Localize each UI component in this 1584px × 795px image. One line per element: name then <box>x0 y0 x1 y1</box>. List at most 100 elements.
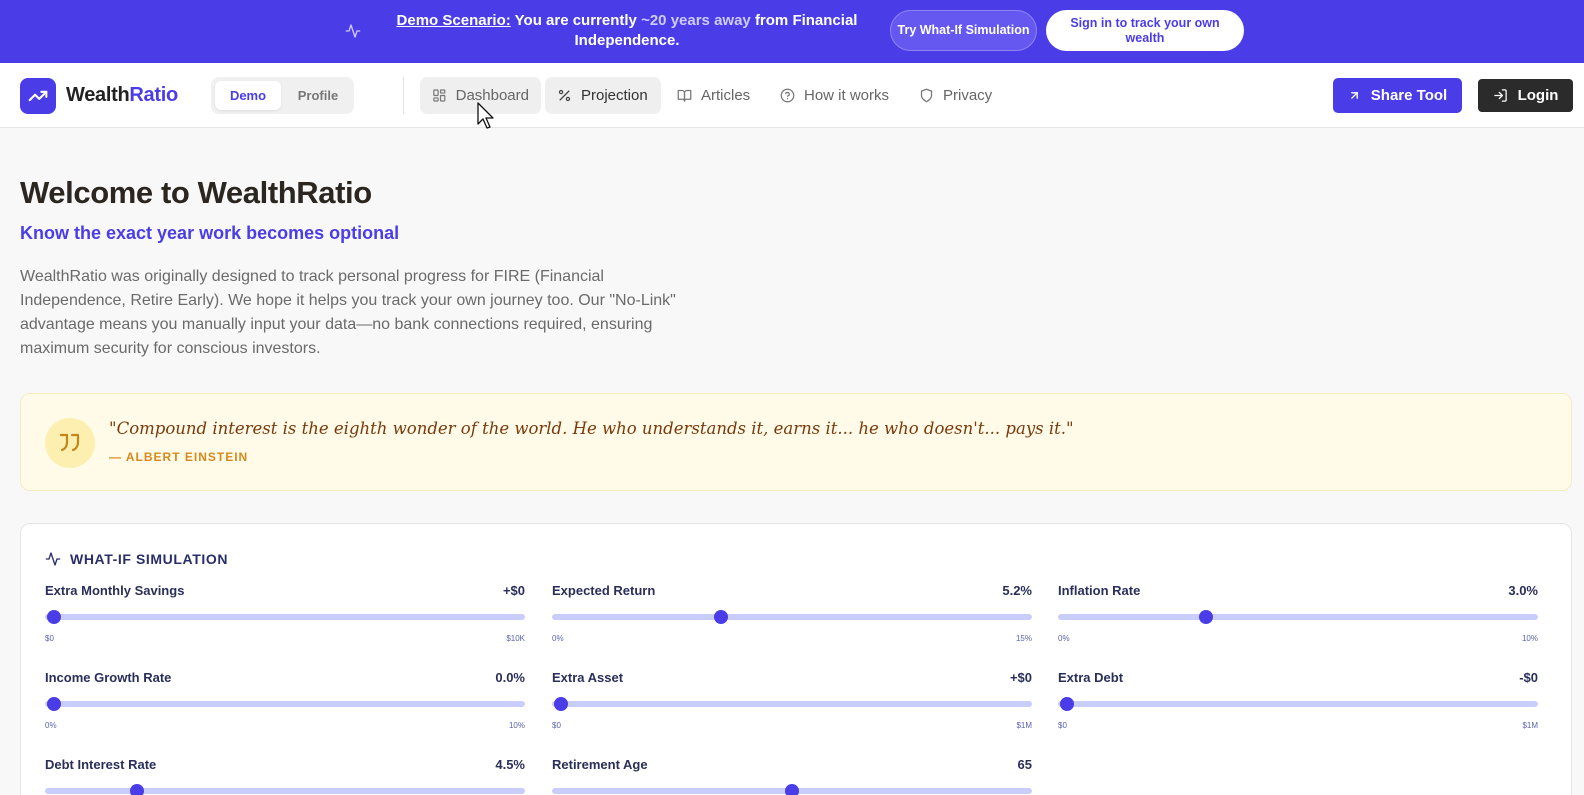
slider-max: $1M <box>1016 721 1032 730</box>
help-circle-icon <box>780 88 795 103</box>
nav-how-it-works[interactable]: How it works <box>768 77 901 114</box>
nav-how-it-works-label: How it works <box>804 87 890 104</box>
top-nav: WealthRatio Demo Profile Dashboard Proje… <box>0 63 1584 128</box>
banner-message: Demo Scenario: You are currently ~20 yea… <box>392 11 862 51</box>
trending-up-icon <box>28 90 48 102</box>
logo-text[interactable]: WealthRatio <box>66 84 178 107</box>
slider-value: +$0 <box>1009 670 1032 685</box>
slider-extra-asset: Extra Asset +$0 $0 $1M <box>552 670 1032 740</box>
slider-min: 0% <box>45 721 57 730</box>
slider-track[interactable] <box>45 614 525 620</box>
quote-card: "Compound interest is the eighth wonder … <box>20 393 1572 491</box>
slider-debt-interest-rate: Debt Interest Rate 4.5% <box>45 757 525 795</box>
banner-text-before: You are currently <box>514 12 637 29</box>
slider-label: Inflation Rate <box>1058 583 1141 598</box>
slider-thumb[interactable] <box>714 610 729 624</box>
slider-value: 65 <box>1017 757 1032 772</box>
slider-track[interactable] <box>552 614 1032 620</box>
slider-thumb[interactable] <box>1198 610 1213 624</box>
try-whatif-button[interactable]: Try What-If Simulation <box>890 10 1037 51</box>
percent-icon <box>558 89 571 102</box>
intro-paragraph: WealthRatio was originally designed to t… <box>20 268 676 357</box>
slider-min: $0 <box>552 721 561 730</box>
slider-max: $10K <box>506 634 525 643</box>
slider-value: 5.2% <box>1002 583 1032 598</box>
quote-author: — ALBERT EINSTEIN <box>109 450 249 464</box>
slider-expected-return: Expected Return 5.2% 0% 15% <box>552 583 1032 653</box>
logo-word: Wealth <box>66 84 130 106</box>
slider-max: 10% <box>1521 634 1538 643</box>
simulation-title: WHAT-IF SIMULATION <box>45 551 228 567</box>
signin-button[interactable]: Sign in to track your own wealth <box>1046 10 1244 51</box>
mode-toggle: Demo Profile <box>211 77 354 114</box>
nav-projection[interactable]: Projection <box>545 77 661 114</box>
slider-label: Extra Monthly Savings <box>45 583 185 598</box>
slider-label: Debt Interest Rate <box>45 757 157 772</box>
slider-value: 4.5% <box>495 757 525 772</box>
page-tagline: Know the exact year work becomes optiona… <box>20 223 400 243</box>
slider-min: 0% <box>1058 634 1070 643</box>
slider-max: $1M <box>1522 721 1538 730</box>
banner-highlight: ~20 years away <box>641 12 751 29</box>
slider-max: 10% <box>508 721 525 730</box>
login-button[interactable]: Login <box>1478 79 1573 112</box>
quote-icon <box>45 418 95 468</box>
nav-privacy-label: Privacy <box>943 87 993 104</box>
shield-icon <box>920 88 933 103</box>
slider-track[interactable] <box>1058 701 1538 707</box>
quote-text: "Compound interest is the eighth wonder … <box>109 419 1074 438</box>
slider-income-growth-rate: Income Growth Rate 0.0% 0% 10% <box>45 670 525 740</box>
demo-banner: Demo Scenario: You are currently ~20 yea… <box>0 0 1584 63</box>
logo-badge[interactable] <box>20 78 56 114</box>
slider-track[interactable] <box>45 701 525 707</box>
slider-label: Income Growth Rate <box>45 670 172 685</box>
slider-inflation-rate: Inflation Rate 3.0% 0% 10% <box>1058 583 1538 653</box>
slider-thumb[interactable] <box>130 784 145 795</box>
slider-thumb[interactable] <box>47 697 61 711</box>
slider-label: Extra Debt <box>1058 670 1124 685</box>
slider-extra-debt: Extra Debt -$0 $0 $1M <box>1058 670 1538 740</box>
slider-value: 0.0% <box>495 670 525 685</box>
share-tool-label: Share Tool <box>1370 87 1448 104</box>
mouse-cursor-icon <box>477 102 494 129</box>
slider-label: Retirement Age <box>552 757 648 772</box>
whatif-simulation-card: WHAT-IF SIMULATION Extra Monthly Savings… <box>20 523 1572 795</box>
arrow-up-right-icon <box>1350 92 1358 99</box>
slider-max: 15% <box>1015 634 1032 643</box>
nav-projection-label: Projection <box>581 87 648 104</box>
slider-extra-monthly-savings: Extra Monthly Savings +$0 $0 $10K <box>45 583 525 653</box>
activity-icon <box>345 24 361 38</box>
slider-label: Extra Asset <box>552 670 624 685</box>
slider-value: 3.0% <box>1508 583 1538 598</box>
book-icon <box>677 89 692 102</box>
share-tool-button[interactable]: Share Tool <box>1333 78 1462 113</box>
slider-min: $0 <box>1058 721 1067 730</box>
slider-track[interactable] <box>1058 614 1538 620</box>
simulation-title-label: WHAT-IF SIMULATION <box>70 551 229 567</box>
log-in-icon <box>1493 89 1507 102</box>
demo-scenario-link[interactable]: Demo Scenario: <box>397 12 511 29</box>
slider-thumb[interactable] <box>47 610 61 624</box>
slider-track[interactable] <box>45 788 525 794</box>
logo-accent: Ratio <box>129 84 178 106</box>
activity-icon <box>45 552 61 566</box>
demo-toggle[interactable]: Demo <box>215 81 281 110</box>
slider-value: -$0 <box>1519 670 1538 685</box>
slider-thumb[interactable] <box>1060 697 1074 711</box>
profile-toggle[interactable]: Profile <box>287 81 349 110</box>
nav-divider <box>403 77 404 114</box>
slider-thumb[interactable] <box>785 784 799 795</box>
slider-value: +$0 <box>502 583 525 598</box>
nav-articles[interactable]: Articles <box>665 77 762 114</box>
slider-min: $0 <box>45 634 54 643</box>
nav-privacy[interactable]: Privacy <box>907 77 1004 114</box>
slider-min: 0% <box>552 634 564 643</box>
login-label: Login <box>1517 87 1559 104</box>
slider-thumb[interactable] <box>554 697 568 711</box>
slider-track[interactable] <box>552 701 1032 707</box>
slider-retirement-age: Retirement Age 65 <box>552 757 1032 795</box>
grid-icon <box>433 89 446 102</box>
nav-articles-label: Articles <box>701 87 751 104</box>
page-title: Welcome to WealthRatio <box>20 175 372 210</box>
slider-label: Expected Return <box>552 583 656 598</box>
